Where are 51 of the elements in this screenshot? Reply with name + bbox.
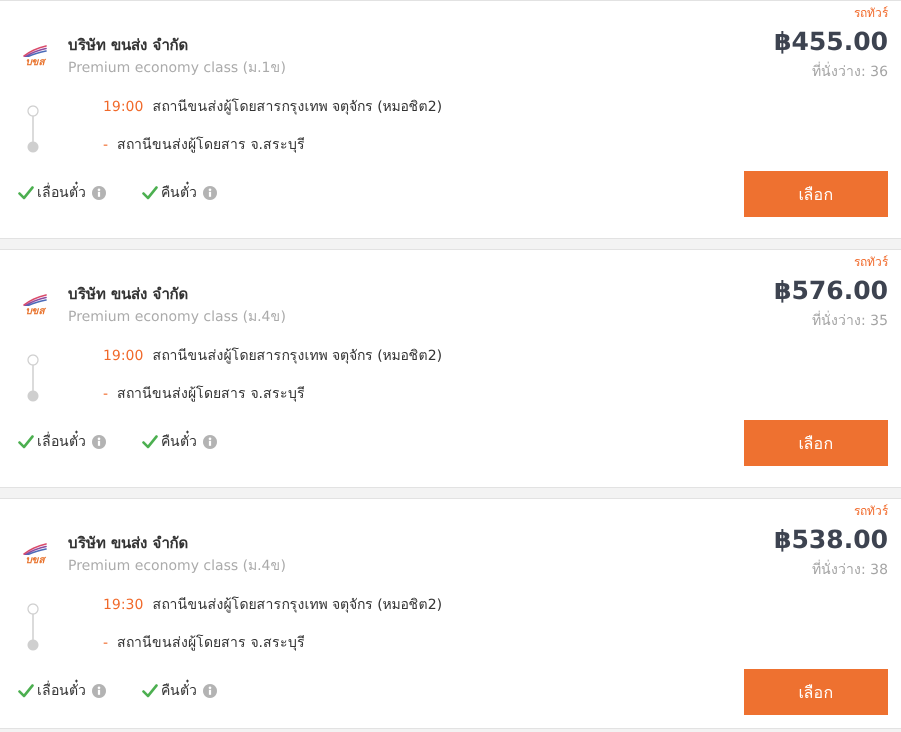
- vehicle-type-label: รถทัวร์: [854, 254, 888, 270]
- price-text: ฿576.00: [774, 275, 888, 307]
- vehicle-type-label: รถทัวร์: [854, 503, 888, 519]
- seats-available-text: ที่นั่งว่าง: 36: [812, 62, 888, 82]
- service-class-text: Premium economy class (ม.4ข): [68, 308, 286, 327]
- info-icon[interactable]: [92, 435, 106, 449]
- company-name: บริษัท ขนส่ง จำกัด: [68, 284, 190, 304]
- feature-label: เลื่อนตั๋ว: [37, 432, 86, 452]
- feature-label: คืนตั๋ว: [161, 432, 197, 452]
- info-icon[interactable]: [203, 435, 217, 449]
- station-name: สถานีขนส่งผู้โดยสารกรุงเทพ จตุจักร (หมอชิต2): [152, 98, 442, 117]
- logo-swoosh-icon: [23, 543, 47, 555]
- info-icon[interactable]: [203, 186, 217, 200]
- select-button[interactable]: เลือก: [744, 420, 888, 466]
- logo-swoosh-icon: [23, 45, 47, 57]
- logo-swoosh-icon: [23, 294, 47, 306]
- feature-label: คืนตั๋ว: [161, 183, 197, 203]
- station-name: สถานีขนส่งผู้โดยสาร จ.สระบุรี: [117, 136, 305, 155]
- feature-label: เลื่อนตั๋ว: [37, 183, 86, 203]
- service-class-text: Premium economy class (ม.4ข): [68, 557, 286, 576]
- route-timeline-drawing: [27, 354, 39, 402]
- feature-label: เลื่อนตั๋ว: [37, 681, 86, 701]
- station-name: สถานีขนส่งผู้โดยสาร จ.สระบุรี: [117, 634, 305, 653]
- arrival-time: -: [103, 136, 108, 155]
- route-timeline-drawing: [27, 603, 39, 651]
- departure-time: 19:00: [103, 347, 144, 366]
- vehicle-type-label: รถทัวร์: [854, 5, 888, 21]
- service-class-text: Premium economy class (ม.1ข): [68, 59, 286, 78]
- arrival-time: -: [103, 385, 108, 404]
- select-button[interactable]: เลือก: [744, 669, 888, 715]
- logo-text: บขส: [26, 57, 44, 68]
- price-text: ฿538.00: [774, 524, 888, 556]
- info-icon[interactable]: [203, 684, 217, 698]
- seats-available-text: ที่นั่งว่าง: 35: [812, 311, 888, 331]
- station-name: สถานีขนส่งผู้โดยสาร จ.สระบุรี: [117, 384, 305, 404]
- company-name: บริษัท ขนส่ง จำกัด: [68, 35, 190, 55]
- logo-text: บขส: [26, 555, 44, 566]
- company-name: บริษัท ขนส่ง จำกัด: [68, 533, 190, 553]
- select-button[interactable]: เลือก: [744, 171, 888, 217]
- departure-time: 19:30: [103, 596, 144, 615]
- arrival-time: -: [103, 634, 108, 653]
- departure-time: 19:00: [103, 98, 144, 117]
- station-name: สถานีขนส่งผู้โดยสารกรุงเทพ จตุจักร (หมอชิต2): [152, 346, 442, 366]
- info-icon[interactable]: [92, 684, 106, 698]
- route-timeline-drawing: [27, 105, 39, 153]
- seats-available-text: ที่นั่งว่าง: 38: [812, 560, 888, 580]
- info-icon[interactable]: [92, 186, 106, 200]
- price-text: ฿455.00: [774, 26, 888, 58]
- logo-text: บขส: [26, 306, 44, 317]
- feature-label: คืนตั๋ว: [161, 681, 197, 701]
- station-name: สถานีขนส่งผู้โดยสารกรุงเทพ จตุจักร (หมอชิต2): [152, 596, 442, 615]
